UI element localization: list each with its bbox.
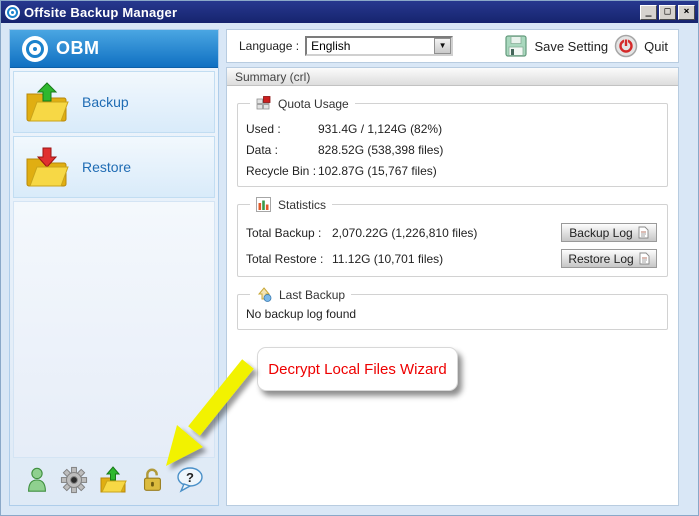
minimize-button[interactable]: _ — [640, 5, 657, 20]
sidebar-item-restore[interactable]: Restore — [13, 136, 215, 198]
backup-log-label: Backup Log — [569, 226, 632, 240]
save-setting-button[interactable]: Save Setting — [504, 34, 608, 58]
restore-log-button[interactable]: Restore Log — [561, 249, 657, 268]
quota-usage-section: Quota Usage Used : 931.4G / 1,124G (82%)… — [237, 96, 668, 187]
sidebar-item-restore-label: Restore — [82, 159, 131, 175]
svg-text:?: ? — [186, 470, 194, 485]
window-title: Offsite Backup Manager — [24, 5, 638, 20]
total-restore-value: 11.12G (10,701 files) — [332, 252, 561, 266]
toolbar: Language : English ▼ Save Setting — [226, 29, 679, 63]
help-icon[interactable]: ? — [175, 465, 205, 495]
obm-logo-text: OBM — [56, 38, 100, 59]
sidebar: OBM Backup Restore — [9, 29, 219, 506]
user-icon[interactable] — [23, 465, 51, 495]
unlock-icon[interactable] — [138, 465, 166, 495]
statistics-section: Statistics Total Backup : 2,070.22G (1,2… — [237, 197, 668, 277]
language-value: English — [307, 39, 434, 53]
quota-row-data: Data : 828.52G (538,398 files) — [246, 143, 659, 157]
statistics-bars-icon — [256, 197, 271, 212]
backup-log-button[interactable]: Backup Log — [561, 223, 657, 242]
backup-folder-icon[interactable] — [98, 465, 128, 495]
quota-usage-title: Quota Usage — [278, 97, 349, 111]
restore-folder-down-icon — [24, 145, 70, 189]
sidebar-item-backup[interactable]: Backup — [13, 71, 215, 133]
quota-recycle-label: Recycle Bin : — [246, 164, 318, 178]
stats-row-backup: Total Backup : 2,070.22G (1,226,810 file… — [246, 223, 659, 242]
quota-recycle-value: 102.87G (15,767 files) — [318, 164, 659, 178]
stats-row-restore: Total Restore : 11.12G (10,701 files) Re… — [246, 249, 659, 268]
app-window: Offsite Backup Manager _ □ × OBM Backup — [0, 0, 699, 516]
maximize-button[interactable]: □ — [659, 5, 676, 20]
summary-header: Summary (crl) — [227, 68, 678, 86]
close-button[interactable]: × — [678, 5, 695, 20]
quota-used-value: 931.4G / 1,124G (82%) — [318, 122, 659, 136]
sidebar-footer: ? — [10, 461, 218, 505]
restore-log-label: Restore Log — [568, 252, 633, 266]
save-setting-label: Save Setting — [534, 39, 608, 54]
sidebar-empty-area — [13, 201, 215, 458]
quota-data-label: Data : — [246, 143, 318, 157]
chevron-down-icon[interactable]: ▼ — [434, 38, 451, 54]
total-restore-label: Total Restore : — [246, 252, 332, 266]
quota-used-label: Used : — [246, 122, 318, 136]
power-quit-icon — [614, 34, 638, 58]
language-label: Language : — [239, 39, 299, 53]
window-body: OBM Backup Restore — [1, 23, 698, 516]
last-backup-upload-icon — [256, 287, 272, 302]
floppy-save-icon — [504, 34, 528, 58]
title-bar: Offsite Backup Manager _ □ × — [1, 1, 698, 23]
obm-logo-icon — [22, 36, 48, 62]
quota-row-used: Used : 931.4G / 1,124G (82%) — [246, 122, 659, 136]
annotation-callout: Decrypt Local Files Wizard — [257, 347, 458, 391]
total-backup-value: 2,070.22G (1,226,810 files) — [332, 226, 561, 240]
last-backup-legend: Last Backup — [250, 287, 351, 302]
language-select[interactable]: English ▼ — [305, 36, 453, 56]
statistics-title: Statistics — [278, 198, 326, 212]
quit-label: Quit — [644, 39, 668, 54]
settings-gear-icon[interactable] — [60, 465, 88, 495]
quota-usage-legend: Quota Usage — [250, 96, 355, 111]
last-backup-section: Last Backup No backup log found — [237, 287, 668, 330]
quota-data-value: 828.52G (538,398 files) — [318, 143, 659, 157]
sidebar-item-backup-label: Backup — [82, 94, 129, 110]
last-backup-message: No backup log found — [246, 307, 659, 321]
sidebar-brand: OBM — [10, 30, 218, 68]
annotation-callout-text: Decrypt Local Files Wizard — [268, 361, 446, 378]
statistics-legend: Statistics — [250, 197, 332, 212]
summary-panel: Summary (crl) Quota Usage — [226, 67, 679, 506]
quota-row-recycle: Recycle Bin : 102.87G (15,767 files) — [246, 164, 659, 178]
last-backup-title: Last Backup — [279, 288, 345, 302]
backup-folder-up-icon — [24, 80, 70, 124]
main-area: Language : English ▼ Save Setting — [226, 29, 679, 506]
total-backup-label: Total Backup : — [246, 226, 332, 240]
quota-grid-icon — [256, 96, 271, 111]
app-logo-icon — [5, 5, 20, 20]
document-icon — [638, 226, 649, 239]
document-icon — [639, 252, 650, 265]
quit-button[interactable]: Quit — [614, 34, 668, 58]
